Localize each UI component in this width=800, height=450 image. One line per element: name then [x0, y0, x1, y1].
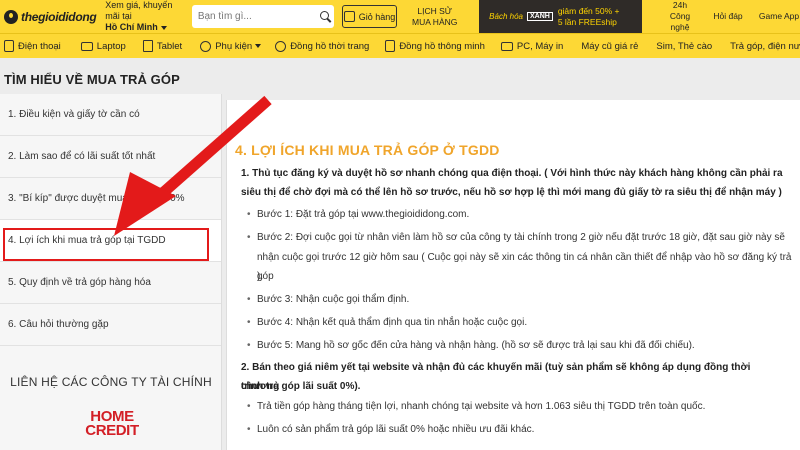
- location-label: Xem giá, khuyến mãi tại: [105, 0, 173, 21]
- headphones-icon: [200, 40, 212, 52]
- qa-link[interactable]: Hỏi đáp: [712, 11, 744, 22]
- tablet-icon: [142, 40, 153, 52]
- smartwatch-icon: [385, 40, 396, 52]
- nav-label: Tablet: [156, 40, 183, 52]
- category-nav: Điện thoại Laptop Tablet Phụ kiện Đồng h…: [0, 33, 800, 58]
- chevron-down-icon: [160, 25, 167, 30]
- nav-item-sim-cards[interactable]: Sim, Thẻ cào: [656, 34, 712, 59]
- nav-item-tablet[interactable]: Tablet: [142, 34, 183, 59]
- benefit-2-line2: trình trả góp lãi suất 0%).: [241, 381, 361, 392]
- sidebar-item-approval-tips[interactable]: 3. "Bí kíp" được duyệt mua trả góp 90%: [0, 178, 221, 220]
- promo-line1: giảm đến 50% +: [557, 5, 620, 16]
- sidebar-item-best-rate[interactable]: 2. Làm sao để có lãi suất tốt nhất: [0, 136, 221, 178]
- chevron-down-icon: [255, 44, 262, 48]
- history-line1: LỊCH SỬ: [417, 5, 453, 16]
- nav-label: Phụ kiện: [215, 40, 253, 52]
- step-5: Bước 5: Mang hồ sơ gốc đến cửa hàng và n…: [245, 336, 785, 355]
- finance-contact-title: LIÊN HỆ CÁC CÔNG TY TÀI CHÍNH: [10, 375, 212, 389]
- watch-icon: [275, 40, 287, 52]
- step-2-cont-end: ).: [257, 271, 264, 282]
- promo-logo: XANH: [526, 12, 553, 21]
- step-3: Bước 3: Nhận cuộc gọi thẩm định.: [245, 290, 785, 309]
- search-box: [191, 5, 334, 28]
- benefit-bullet-2: Luôn có sản phẩm trả góp lãi suất 0% hoặ…: [245, 420, 785, 439]
- nav-label: PC, Máy in: [516, 40, 564, 52]
- phone-icon: [4, 40, 14, 52]
- top-header: thegioididong Xem giá, khuyến mãi tại Hồ…: [0, 0, 800, 33]
- cart-icon: [343, 11, 355, 22]
- sidebar-item-label: 3. "Bí kíp" được duyệt mua trả góp 90%: [8, 193, 185, 204]
- promo-line2: 5 lần FREEship: [557, 16, 617, 27]
- page-title: TÌM HIỂU VỀ MUA TRẢ GÓP: [4, 72, 180, 87]
- nav-item-smartwatch[interactable]: Đồng hồ thông minh: [385, 34, 485, 59]
- cart-button[interactable]: Giỏ hàng: [341, 5, 398, 28]
- sidebar-item-regulations[interactable]: 5. Quy định về trả góp hàng hóa: [0, 262, 221, 304]
- section-heading: 4. LỢI ÍCH KHI MUA TRẢ GÓP Ở TGDD: [235, 142, 500, 158]
- annotation-highlight-box: [3, 228, 209, 261]
- logo-text: thegioididong: [21, 9, 97, 24]
- article-content: 4. LỢI ÍCH KHI MUA TRẢ GÓP Ở TGDD 1. Thủ…: [226, 100, 800, 450]
- nav-label: Laptop: [96, 40, 126, 52]
- sidebar: 1. Điều kiện và giấy tờ cần có 2. Làm sa…: [0, 94, 222, 450]
- tech-news-line1: 24h: [672, 0, 688, 10]
- sidebar-item-faq[interactable]: 6. Câu hỏi thường gặp: [0, 304, 221, 346]
- nav-item-installments-bills[interactable]: Trả góp, điện nước: [730, 34, 800, 59]
- sidebar-item-label: 1. Điều kiện và giấy tờ cần có: [8, 109, 140, 120]
- history-line2: MUA HÀNG: [412, 16, 458, 27]
- step-4: Bước 4: Nhận kết quả thẩm định qua tin n…: [245, 313, 785, 332]
- benefit-bullet-1: Trả tiền góp hàng tháng tiện lợi, nhanh …: [245, 397, 785, 416]
- nav-item-accessories[interactable]: Phụ kiện: [200, 34, 262, 59]
- nav-label: Đồng hồ thông minh: [399, 40, 485, 52]
- promo-text: giảm đến 50% + 5 lần FREEship: [558, 6, 620, 28]
- home-credit-logo-line2: CREDIT: [85, 422, 139, 439]
- nav-label: Đồng hồ thời trang: [290, 40, 370, 52]
- order-history-link[interactable]: LỊCH SỬ MUA HÀNG: [411, 6, 458, 28]
- sidebar-item-requirements[interactable]: 1. Điều kiện và giấy tờ cần có: [0, 94, 221, 136]
- benefit-1-line1: 1. Thủ tục đăng ký và duyệt hồ sơ nhanh …: [241, 168, 783, 179]
- search-icon[interactable]: [318, 9, 334, 25]
- logo-icon: [4, 9, 18, 24]
- tech-news-link[interactable]: 24h Công nghệ: [660, 0, 700, 33]
- sidebar-item-label: 5. Quy định về trả góp hàng hóa: [8, 277, 151, 288]
- nav-item-used-devices[interactable]: Máy cũ giá rẻ: [581, 34, 638, 59]
- tech-news-line2: Công nghệ: [669, 11, 691, 32]
- nav-label: Điện thoại: [18, 40, 61, 52]
- sidebar-item-label: 6. Câu hỏi thường gặp: [8, 319, 109, 330]
- site-logo[interactable]: thegioididong: [4, 0, 105, 33]
- nav-item-fashion-watch[interactable]: Đồng hồ thời trang: [275, 34, 369, 59]
- laptop-icon: [80, 41, 93, 51]
- sidebar-item-label: 2. Làm sao để có lãi suất tốt nhất: [8, 151, 156, 162]
- game-app-link[interactable]: Game App: [758, 11, 800, 22]
- nav-item-pc-printer[interactable]: PC, Máy in: [500, 34, 564, 59]
- cart-label: Giỏ hàng: [358, 11, 396, 22]
- search-input[interactable]: [191, 6, 318, 27]
- nav-item-laptop[interactable]: Laptop: [80, 34, 126, 59]
- nav-item-phone[interactable]: Điện thoại: [4, 34, 61, 59]
- promo-brand: Bách hóa: [489, 12, 523, 21]
- promo-banner[interactable]: Bách hóa XANH giảm đến 50% + 5 lần FREEs…: [479, 0, 643, 33]
- step-1: Bước 1: Đặt trả góp tại www.thegioididon…: [245, 205, 785, 224]
- location-selector[interactable]: Xem giá, khuyến mãi tại Hồ Chí Minh: [105, 0, 188, 33]
- benefit-1-line2: siêu thị để chờ đợi mà có thể lên hồ sơ …: [241, 187, 782, 198]
- monitor-icon: [500, 41, 513, 51]
- step-2: Bước 2: Đợi cuộc gọi từ nhân viên làm hồ…: [245, 228, 785, 247]
- location-city: Hồ Chí Minh: [105, 22, 188, 33]
- home-credit-logo[interactable]: HOME CREDIT: [82, 409, 142, 439]
- top-links: 24h Công nghệ Hỏi đáp Game App: [642, 0, 800, 33]
- location-city-text: Hồ Chí Minh: [105, 22, 158, 32]
